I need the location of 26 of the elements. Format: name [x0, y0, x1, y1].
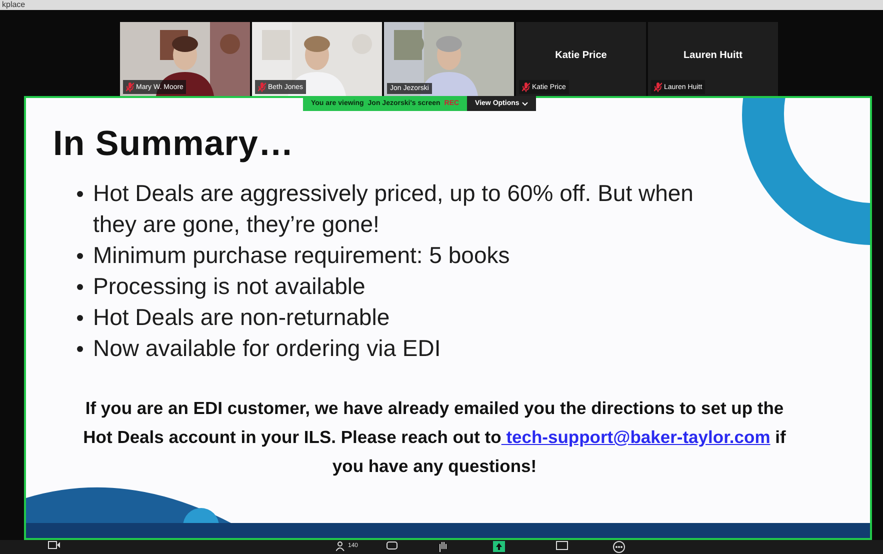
video-camera-icon[interactable] — [48, 541, 60, 549]
bullet-text: Processing is not available — [93, 272, 366, 301]
chat-icon[interactable] — [386, 541, 398, 551]
bullet-text: Now available for ordering via EDI — [93, 334, 441, 363]
slide-title: In Summary… — [53, 124, 295, 164]
bullet-text: Hot Deals are non-returnable — [93, 303, 390, 332]
bullet-icon — [77, 315, 83, 321]
participant-name: Lauren Huitt — [682, 50, 744, 61]
bullet-icon — [77, 253, 83, 259]
bullet-icon — [77, 284, 83, 290]
bullet-text: Minimum purchase requirement: 5 books — [93, 241, 510, 270]
bullet-icon — [77, 191, 83, 197]
participants-icon[interactable] — [336, 541, 346, 551]
muted-mic-icon — [654, 82, 662, 92]
more-icon[interactable] — [613, 541, 625, 553]
participant-name: Katie Price — [554, 50, 608, 61]
muted-mic-icon — [522, 82, 530, 92]
note-text: If you are an EDI customer, we have already emailed you the directions to set up the Hot Deals account in your ILS. Please reach out to tech-support@baker-taylor.com if you have any questions! — [82, 397, 787, 478]
bullet-icon — [77, 346, 83, 352]
window-title: kplace — [0, 0, 883, 10]
share-screen-icon[interactable] — [493, 541, 505, 552]
bullet-text: Hot Deals are aggressively priced, up to 60% off. But when they are gone, they’re gone! — [93, 179, 694, 239]
muted-mic-icon — [126, 82, 134, 92]
caret-icon — [522, 102, 528, 106]
email-link[interactable]: tech-support@baker-taylor.com — [501, 427, 770, 447]
muted-mic-icon — [258, 82, 266, 92]
